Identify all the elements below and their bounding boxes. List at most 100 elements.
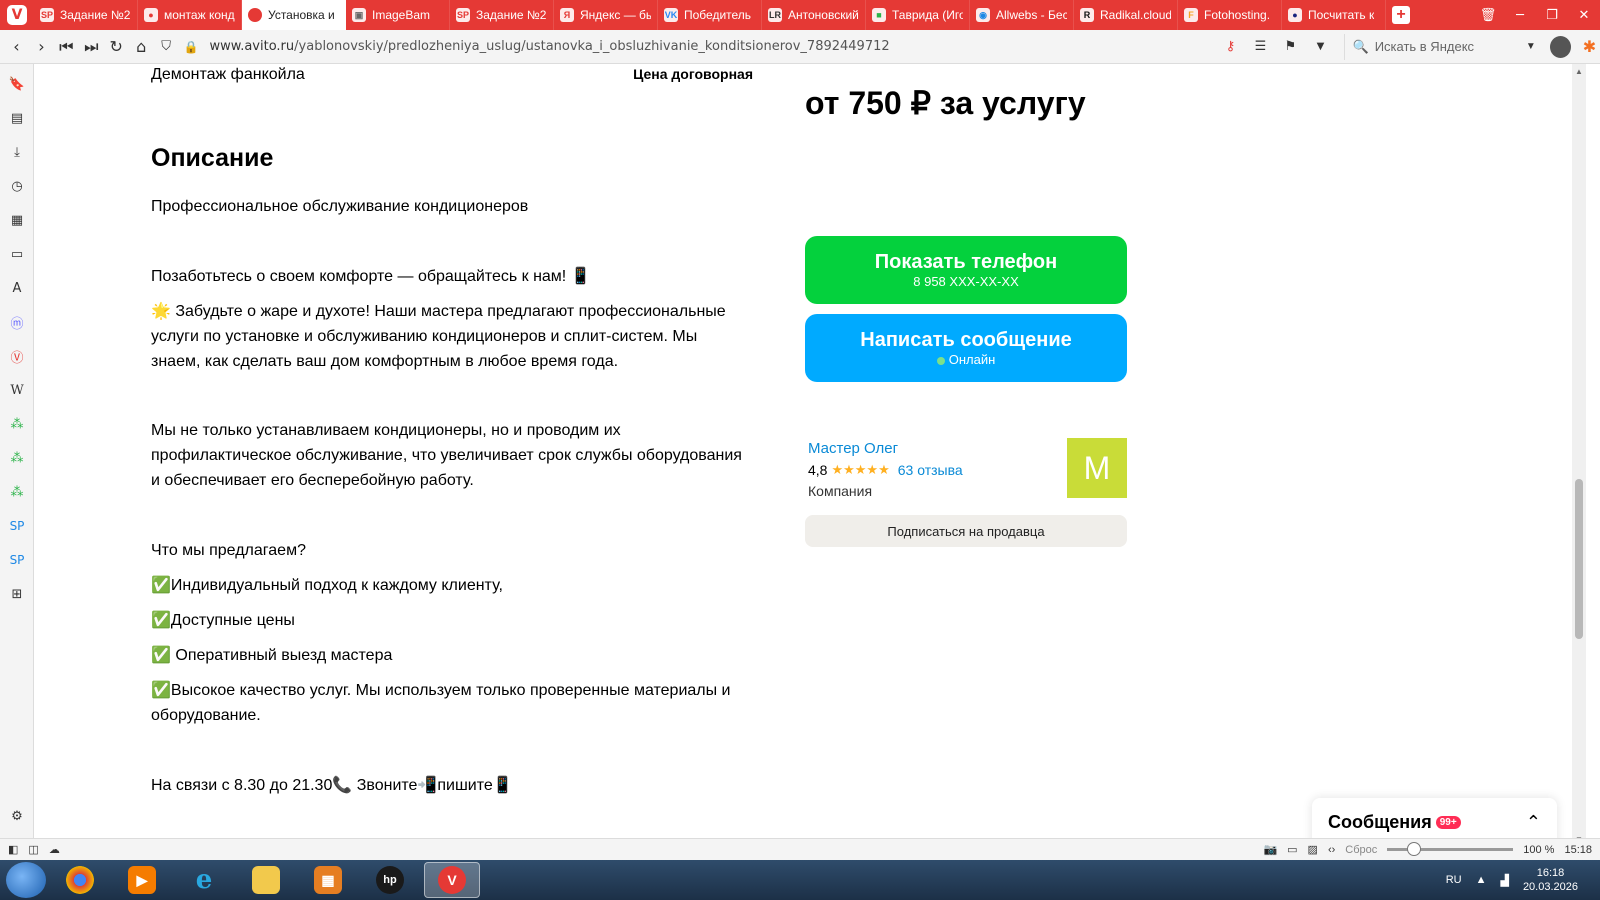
bookmarks-panel-icon[interactable]: 🔖 bbox=[7, 74, 27, 94]
page-content: Демонтаж фанкойла Цена договорная Описан… bbox=[34, 64, 1586, 846]
new-tab-button[interactable]: + bbox=[1386, 0, 1416, 30]
forward-button[interactable]: › bbox=[29, 34, 54, 60]
search-engine-dropdown-icon[interactable]: ▼ bbox=[1526, 41, 1536, 52]
taskbar-vivaldi[interactable]: V bbox=[424, 862, 480, 898]
tray-expand-icon[interactable]: ▲ bbox=[1476, 874, 1487, 886]
show-phone-button[interactable]: Показать телефон 8 958 XXX-XX-XX bbox=[805, 236, 1127, 304]
seller-rating: 4,8 ★★★★★ 63 отзыва bbox=[808, 462, 963, 478]
reader-view-icon[interactable]: ☰ bbox=[1248, 34, 1274, 60]
start-button[interactable] bbox=[6, 862, 46, 898]
seller-avatar[interactable]: M bbox=[1067, 438, 1127, 498]
minimize-button[interactable]: ─ bbox=[1504, 0, 1536, 30]
masked-phone: 8 958 XXX-XX-XX bbox=[913, 274, 1019, 289]
search-field[interactable]: 🔍 Искать в Яндекс ▼ bbox=[1343, 33, 1536, 60]
address-bar: ‹ › ⏮ ⏭ ↻ ⌂ ⛉ 🔒 www.avito.ru/yablonovski… bbox=[0, 30, 1600, 64]
mastodon-icon[interactable]: ⓜ bbox=[7, 312, 27, 332]
seller-type: Компания bbox=[808, 483, 873, 499]
vivaldi-panel-icon[interactable]: Ⓥ bbox=[7, 346, 27, 366]
web-panel-icon[interactable]: ⁂ bbox=[7, 414, 27, 434]
page-scrollbar[interactable]: ▲ ▼ bbox=[1572, 64, 1586, 846]
tab-favicon-icon: ● bbox=[1288, 8, 1302, 22]
taskbar-internet-explorer[interactable]: e bbox=[176, 862, 232, 898]
browser-tab[interactable]: ■ Таврида (Иго bbox=[866, 0, 970, 30]
add-panel-icon[interactable]: ⊞ bbox=[7, 584, 27, 604]
zoom-reset-button[interactable]: Сброс bbox=[1345, 844, 1377, 856]
tab-title: Fotohosting. bbox=[1204, 8, 1271, 22]
reviews-link[interactable]: 63 отзыва bbox=[898, 462, 963, 478]
dropdown-icon[interactable]: ▼ bbox=[1308, 34, 1334, 60]
clock-date: 20.03.2026 bbox=[1522, 881, 1578, 893]
reload-button[interactable]: ↻ bbox=[104, 34, 129, 60]
scroll-up-icon[interactable]: ▲ bbox=[1572, 64, 1586, 78]
translate-icon[interactable]: A bbox=[7, 278, 27, 298]
browser-tab[interactable]: R Radikal.cloud bbox=[1074, 0, 1178, 30]
trash-icon[interactable]: 🗑 bbox=[1472, 0, 1504, 30]
taskbar-paint[interactable]: ▦ bbox=[300, 862, 356, 898]
web-panel-icon[interactable]: ⁂ bbox=[7, 482, 27, 502]
tile-tabs-icon[interactable]: ◫ bbox=[28, 843, 38, 856]
taskbar-explorer[interactable] bbox=[238, 862, 294, 898]
key-icon[interactable]: ⚷ bbox=[1218, 34, 1244, 60]
downloads-icon[interactable]: ⤓ bbox=[7, 142, 27, 162]
tab-favicon-icon: SP bbox=[456, 8, 470, 22]
network-signal-icon[interactable]: ▟ bbox=[1500, 874, 1508, 887]
close-button[interactable]: ✕ bbox=[1568, 0, 1600, 30]
browser-tab[interactable]: Я Яндекс — бы bbox=[554, 0, 658, 30]
language-indicator[interactable]: RU bbox=[1446, 874, 1462, 886]
maximize-button[interactable]: ❐ bbox=[1536, 0, 1568, 30]
browser-tab[interactable]: F Fotohosting. bbox=[1178, 0, 1282, 30]
rewind-button[interactable]: ⏮ bbox=[54, 34, 79, 60]
browser-tab[interactable]: ● Посчитать к bbox=[1282, 0, 1386, 30]
rating-value: 4,8 bbox=[808, 462, 828, 478]
zoom-slider[interactable] bbox=[1387, 842, 1514, 856]
browser-tab[interactable]: SP Задание №2 bbox=[34, 0, 138, 30]
window-panel-icon[interactable]: ▭ bbox=[7, 244, 27, 264]
taskbar-hp[interactable]: hp bbox=[362, 862, 418, 898]
images-icon[interactable]: ▨ bbox=[1308, 843, 1318, 856]
taskbar-chrome[interactable] bbox=[52, 862, 108, 898]
history-icon[interactable]: ◷ bbox=[7, 176, 27, 196]
system-clock[interactable]: 16:18 20.03.2026 bbox=[1523, 866, 1578, 894]
extension-icon[interactable]: ✱ bbox=[1579, 36, 1600, 58]
browser-tab[interactable]: ▣ ImageBam bbox=[346, 0, 450, 30]
scrollbar-thumb[interactable] bbox=[1575, 479, 1583, 639]
tab-title: Победитель bbox=[684, 8, 752, 22]
sp-panel-icon[interactable]: SP bbox=[7, 550, 27, 570]
zoom-slider-knob[interactable] bbox=[1407, 842, 1422, 856]
profile-avatar[interactable] bbox=[1549, 35, 1571, 58]
browser-tab[interactable]: ◉ Allwebs - Бес bbox=[970, 0, 1074, 30]
web-panel-icon[interactable]: ⁂ bbox=[7, 448, 27, 468]
browser-tab[interactable]: SP Задание №2 bbox=[450, 0, 554, 30]
panel-toggle-icon[interactable]: ◧ bbox=[8, 843, 18, 856]
taskbar-media-player[interactable]: ▶ bbox=[114, 862, 170, 898]
vivaldi-menu-button[interactable]: V bbox=[0, 0, 34, 30]
tab-favicon-icon: ● bbox=[144, 8, 158, 22]
browser-tab[interactable]: ● Установка и bbox=[242, 0, 346, 30]
sync-cloud-icon[interactable]: ☁ bbox=[49, 843, 60, 856]
capture-icon[interactable]: 📷 bbox=[1263, 843, 1277, 856]
tile-icon[interactable]: ▭ bbox=[1287, 843, 1297, 856]
wikipedia-icon[interactable]: W bbox=[7, 380, 27, 400]
subscribe-seller-button[interactable]: Подписаться на продавца bbox=[805, 515, 1127, 547]
settings-gear-icon[interactable]: ⚙ bbox=[7, 806, 27, 826]
browser-tab[interactable]: VK Победитель bbox=[658, 0, 762, 30]
lock-icon[interactable]: 🔒 bbox=[179, 34, 204, 60]
bookmark-icon[interactable]: ⚑ bbox=[1278, 34, 1304, 60]
home-button[interactable]: ⌂ bbox=[129, 34, 154, 60]
browser-tab[interactable]: LR Антоновский bbox=[762, 0, 866, 30]
back-button[interactable]: ‹ bbox=[4, 34, 29, 60]
sp-panel-icon[interactable]: SP bbox=[7, 516, 27, 536]
chevron-up-icon[interactable]: ⌃ bbox=[1526, 812, 1541, 833]
status-bar-left: ◧ ◫ ☁ bbox=[0, 843, 60, 856]
seller-name-link[interactable]: Мастер Олег bbox=[808, 440, 898, 457]
browser-tab[interactable]: ● монтаж конд bbox=[138, 0, 242, 30]
write-message-button[interactable]: Написать сообщение Онлайн bbox=[805, 314, 1127, 382]
side-panel: 🔖 ▤ ⤓ ◷ ▦ ▭ A ⓜ Ⓥ W ⁂ ⁂ ⁂ SP SP ⊞ ⚙ bbox=[0, 64, 34, 846]
code-icon[interactable]: ‹› bbox=[1328, 844, 1335, 856]
fast-forward-button[interactable]: ⏭ bbox=[79, 34, 104, 60]
shield-icon[interactable]: ⛉ bbox=[154, 34, 179, 60]
url-field[interactable]: www.avito.ru/yablonovskiy/predlozheniya_… bbox=[204, 34, 1204, 60]
notes-icon[interactable]: ▦ bbox=[7, 210, 27, 230]
reading-list-icon[interactable]: ▤ bbox=[7, 108, 27, 128]
description-paragraph: 🌟 Забудьте о жаре и духоте! Наши мастера… bbox=[151, 303, 726, 370]
